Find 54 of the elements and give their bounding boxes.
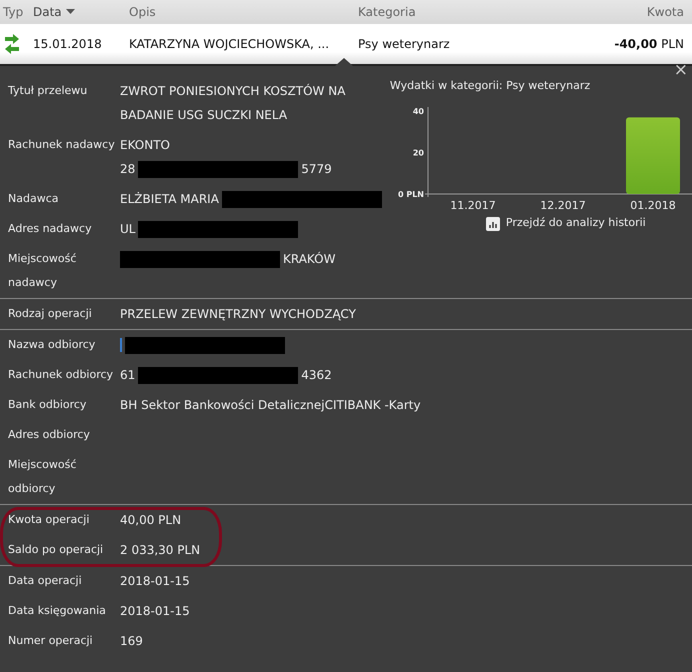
field-value: 40,00 PLN <box>120 512 182 529</box>
field-label: Nazwa odbiorcy <box>7 337 96 353</box>
field-label: Miejscowość odbiorcy <box>7 457 78 497</box>
field-value: ELŻBIETA MARIA <box>120 191 219 208</box>
field-label: Rachunek nadawcy <box>7 137 116 153</box>
chart-title: Wydatki w kategorii: Psy weterynarz <box>390 78 592 94</box>
field-label: Saldo po operacji <box>7 542 104 558</box>
column-header[interactable]: Data <box>33 3 62 21</box>
history-link[interactable]: Przejdź do analizy historii <box>486 215 646 232</box>
axis-tick-label: 0 PLN <box>398 190 424 198</box>
field-value: UL <box>120 221 136 238</box>
field-label: Bank odbiorcy <box>7 397 88 413</box>
description-cell-text: KATARZYNA WOJCIECHOWSKA, ... <box>128 36 330 53</box>
column-header[interactable]: Kategoria <box>358 3 416 21</box>
field-label: Miejscowość nadawcy <box>7 251 78 291</box>
column-header[interactable]: Typ <box>3 3 24 21</box>
field-value: PRZELEW ZEWNĘTRZNY WYCHODZĄCY <box>120 306 356 323</box>
axis-category-label: 12.2017 <box>540 198 586 212</box>
field-value: ZWROT PONIESIONYCH KOSZTÓW NA <box>120 82 346 100</box>
field-value: 61 <box>120 367 136 384</box>
field-value: 169 <box>120 633 143 650</box>
field-label: Rachunek odbiorcy <box>7 367 114 383</box>
field-value: 5779 <box>301 161 332 178</box>
category-cell-text: Psy weterynarz <box>357 36 451 53</box>
column-header[interactable]: Opis <box>129 3 156 21</box>
field-label: Data operacji <box>7 573 83 589</box>
field-value: EKONTO <box>120 137 170 154</box>
bar-chart-icon <box>486 216 500 230</box>
field-value: KRAKÓW <box>283 250 336 268</box>
field-value: 4362 <box>301 367 332 384</box>
field-label: Data księgowania <box>7 603 107 619</box>
field-label: Rodzaj operacji <box>7 306 93 322</box>
field-value: 2 033,30 PLN <box>120 542 200 559</box>
axis-category-label: 01.2018 <box>630 198 676 212</box>
date-cell-text: 15.01.2018 <box>32 36 103 53</box>
field-value: 28 <box>120 161 136 178</box>
amount-cell-text: -40,00 PLN <box>614 36 685 53</box>
field-label: Adres odbiorcy <box>7 427 91 443</box>
field-value: 2018-01-15 <box>120 603 190 620</box>
field-value: BADANIE USG SUCZKI NELA <box>120 107 288 124</box>
axis-category-label: 11.2017 <box>450 198 496 212</box>
axis-tick-label: 20 <box>412 148 424 158</box>
field-label: Numer operacji <box>7 633 94 649</box>
axis-tick-label: 40 <box>412 106 424 116</box>
field-label: Tytuł przelewu <box>7 83 88 99</box>
field-label: Adres nadawcy <box>7 221 93 237</box>
transfer-icon <box>3 34 21 54</box>
text-caret <box>120 338 122 352</box>
field-value: BH Sektor Bankowości DetalicznejCITIBANK -Karty <box>120 397 421 414</box>
column-header[interactable]: Kwota <box>646 3 684 21</box>
field-label: Nadawca <box>7 191 60 207</box>
close-button[interactable]: × <box>674 62 688 79</box>
field-label: Kwota operacji <box>7 512 90 528</box>
field-value: 2018-01-15 <box>120 573 190 590</box>
